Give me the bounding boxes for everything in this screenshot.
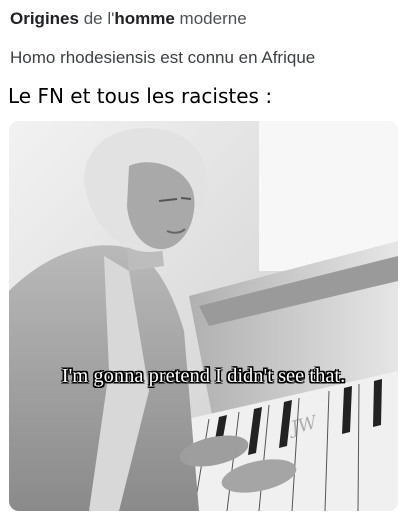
photo-illustration bbox=[9, 121, 398, 511]
search-result-snippet: Homo rhodesiensis est connu en Afrique bbox=[10, 48, 316, 67]
title-bold-homme: homme bbox=[114, 9, 175, 28]
title-text-moderne: moderne bbox=[174, 9, 247, 28]
meme-photo: I'm gonna pretend I didn't see that. JW bbox=[9, 121, 398, 511]
meme-caption: Le FN et tous les racistes : bbox=[8, 84, 273, 108]
search-result-title[interactable]: Origines de l'homme moderne bbox=[10, 9, 247, 29]
meme-overlay-text: I'm gonna pretend I didn't see that. bbox=[61, 365, 346, 387]
title-text-de-l: de l' bbox=[78, 9, 115, 28]
title-bold-origines: Origines bbox=[10, 9, 79, 28]
